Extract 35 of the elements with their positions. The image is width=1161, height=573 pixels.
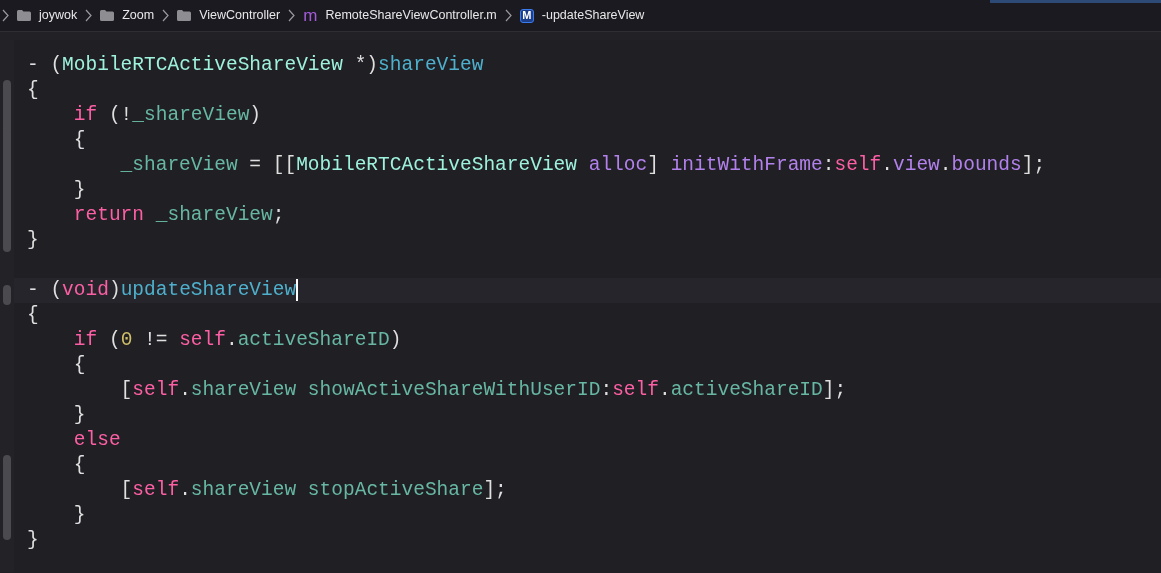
code-line: { xyxy=(72,353,87,378)
code-line: } xyxy=(72,403,87,428)
code-line: _shareView = [[MobileRTCActiveShareView alloc] initWithFrame:self.view.bounds]; xyxy=(119,153,1047,178)
code-line: if (0 != self.activeShareID) xyxy=(72,328,403,353)
code-line: } xyxy=(26,528,40,553)
file-type-icon: m xyxy=(303,7,318,24)
folder-icon xyxy=(177,10,192,21)
folder-icon xyxy=(100,10,115,21)
code-line: if (!_shareView) xyxy=(72,103,263,128)
code-line: [self.shareView showActiveShareWithUserID:self.activeShareID]; xyxy=(119,378,848,403)
text-cursor xyxy=(296,278,298,301)
code-line: } xyxy=(72,503,87,528)
code-line: { xyxy=(72,128,87,153)
code-line: } xyxy=(26,228,40,253)
code-line: return _shareView; xyxy=(72,203,286,228)
chevron-icon xyxy=(85,9,93,22)
breadcrumb-item[interactable]: RemoteShareViewController.m xyxy=(325,6,497,25)
breadcrumb-item[interactable]: -updateShareView xyxy=(541,6,645,25)
code-line: { xyxy=(26,303,40,328)
code-line: { xyxy=(72,453,87,478)
change-bar xyxy=(3,285,11,305)
folder-icon xyxy=(17,10,31,21)
chevron-icon xyxy=(288,9,296,22)
method-icon: M xyxy=(519,8,534,23)
code-line: - (MobileRTCActiveShareView *)shareView xyxy=(26,53,485,78)
code-line: } xyxy=(72,178,87,203)
code-line: { xyxy=(26,78,40,103)
breadcrumb-item[interactable]: joywok xyxy=(39,6,78,25)
breadcrumb-item[interactable]: Zoom xyxy=(122,6,155,25)
chevron-icon xyxy=(504,9,512,22)
chevron-icon xyxy=(162,9,170,22)
breadcrumb-item[interactable]: ViewController xyxy=(199,6,281,25)
chevron-icon xyxy=(2,9,9,22)
code-line: else xyxy=(72,428,122,453)
code-line: [self.shareView stopActiveShare]; xyxy=(119,478,508,503)
